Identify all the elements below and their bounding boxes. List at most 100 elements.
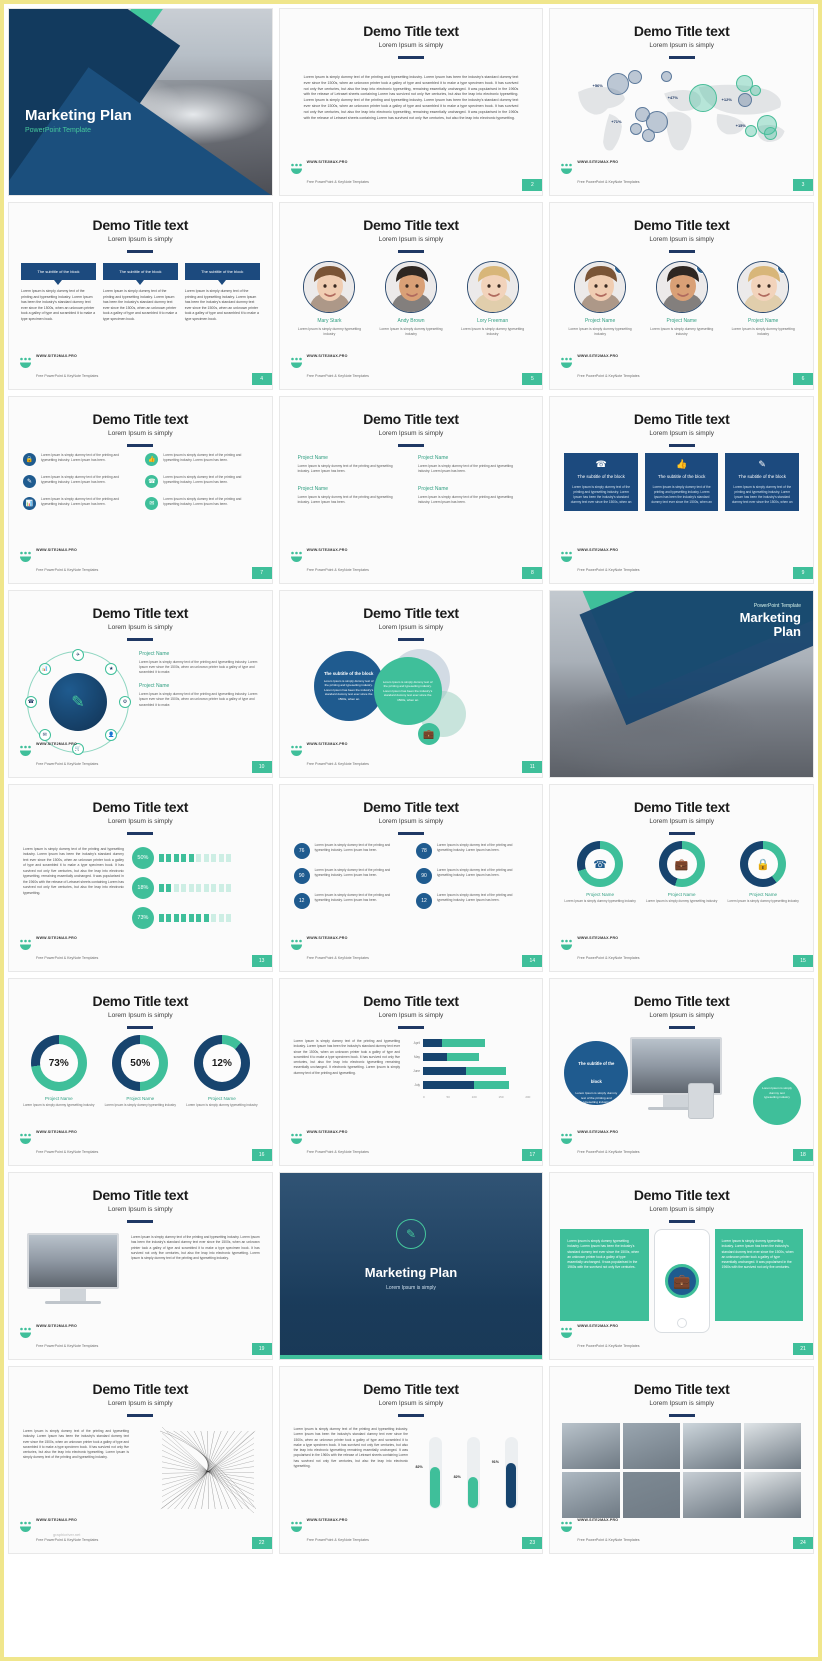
project-desc: Lorem Ipsum is simply dummy text of the … (139, 692, 258, 707)
cover3: ✎ Marketing Plan Lorem Ipsum is simply (279, 1173, 543, 1359)
axis-tick: 50 (446, 1095, 450, 1099)
icon-list: 🔒 Lorem Ipsum is simply dummy text of th… (23, 453, 258, 510)
block-heading: The subtitle of the block (102, 263, 178, 285)
person-icon (203, 854, 209, 862)
title-rule (668, 250, 695, 253)
chart-icon[interactable]: 📊 (38, 662, 51, 675)
footer-line1: WWW.SITE2MAX.PRO (577, 1324, 619, 1328)
slide-thumbnail[interactable]: Demo Title text Lorem Ipsum is simply Lo… (8, 784, 273, 972)
axis-tick: 0 (423, 1095, 425, 1099)
mesh-graphic (159, 1426, 256, 1514)
slide-thumbnail[interactable]: Demo Title text Lorem Ipsum is simply Ma… (278, 202, 544, 390)
footer-line2: Free PowerPoint & KeyNote Templates (36, 374, 99, 378)
footer-line2: Free PowerPoint & KeyNote Templates (577, 180, 640, 184)
slide-thumbnail[interactable]: Demo Title text Lorem Ipsum is simply Lo… (278, 978, 544, 1166)
map-bubble (606, 73, 629, 95)
slide-thumbnail[interactable]: Demo Title text Lorem Ipsum is simply Th… (278, 590, 544, 778)
slide-thumbnail[interactable]: Demo Title text Lorem Ipsum is simply ☎ … (549, 396, 814, 584)
slide-thumbnail[interactable]: Demo Title text Lorem Ipsum is simply WW… (549, 1366, 814, 1554)
slide-thumbnail[interactable]: Demo Title text Lorem Ipsum is simply Lo… (278, 1366, 544, 1554)
card-heading: The subtitle of the block (657, 474, 706, 479)
person-icon (158, 884, 164, 892)
footer-line2: Free PowerPoint & KeyNote Templates (36, 568, 99, 572)
donut-desc: Lorem Ipsum is simply dummy typesetting … (104, 1103, 177, 1107)
slide-thumbnail[interactable]: Demo Title text Lorem Ipsum is simply Pr… (278, 396, 544, 584)
user-icon[interactable]: 👤 (105, 729, 118, 742)
site2max-logo-icon (560, 1327, 573, 1339)
slide-thumbnail[interactable]: Demo Title text Lorem Ipsum is simply ☎ … (549, 784, 814, 972)
bar-segment-1 (423, 1081, 474, 1089)
screenshot-frame: Marketing Plan PowerPoint Template Demo … (0, 0, 822, 1661)
slide-footer: WWW.SITE2MAX.PRO Free PowerPoint & KeyNo… (290, 343, 369, 383)
site2max-logo-icon (560, 939, 573, 951)
bar-track (423, 1081, 530, 1089)
person-icon (173, 914, 179, 922)
item-text: Lorem Ipsum is simply dummy text of the … (314, 893, 391, 902)
slide-thumbnail[interactable]: Demo Title text Lorem Ipsum is simply 🔒 … (549, 202, 814, 390)
footer-text: WWW.SITE2MAX.PRO Free PowerPoint & KeyNo… (577, 343, 639, 383)
bar-segment-2 (473, 1081, 509, 1089)
footer-line2: Free PowerPoint & KeyNote Templates (577, 1150, 640, 1154)
slide-number-badge: 18 (792, 1149, 813, 1161)
avatar (385, 261, 437, 313)
title-rule (668, 1220, 695, 1223)
footer-text: WWW.SITE2MAX.PRO Free PowerPoint & KeyNo… (307, 731, 369, 771)
gear-icon[interactable]: ⚙ (119, 696, 131, 708)
slide-thumbnail[interactable]: Demo Title text Lorem Ipsum is simply Lo… (549, 1172, 814, 1360)
item-text: Lorem Ipsum is simply dummy text of the … (436, 893, 513, 902)
member-name: Project Name (748, 318, 779, 324)
slide-thumbnail[interactable]: Marketing Plan PowerPoint Template (8, 8, 273, 196)
slide-thumbnail[interactable]: Demo Title text Lorem Ipsum is simply Th… (8, 202, 273, 390)
footer-line1: WWW.SITE2MAX.PRO (577, 1130, 619, 1134)
icon-list-item: ✉ Lorem Ipsum is simply dummy text of th… (145, 497, 257, 510)
phone-icon[interactable]: ☎ (25, 696, 37, 708)
home-button[interactable] (676, 1318, 687, 1328)
slide-number-badge: 13 (251, 955, 272, 967)
person-icon (181, 854, 187, 862)
footer-text: WWW.SITE2MAX.PRO Free PowerPoint & KeyNo… (36, 1313, 98, 1353)
site2max-logo-icon (290, 357, 303, 369)
team-member: 🔒 Project Name Lorem Ipsum is simply dum… (562, 261, 638, 337)
page-subtitle: Lorem Ipsum is simply (378, 624, 444, 631)
numbered-item: 12 Lorem Ipsum is simply dummy text of t… (293, 893, 406, 909)
slide-thumbnail[interactable]: Demo Title text Lorem Ipsum is simply ✎ … (8, 590, 273, 778)
donut-chart: 50% (112, 1035, 169, 1091)
bar-segment-2 (447, 1053, 480, 1061)
slide-thumbnail[interactable]: Demo Title text Lorem Ipsum is simply Lo… (278, 8, 544, 196)
slide-thumbnail[interactable]: ✎ Marketing Plan Lorem Ipsum is simply (278, 1172, 544, 1360)
slide-thumbnail[interactable]: Demo Title text Lorem Ipsum is simply 76… (278, 784, 544, 972)
title-rule (397, 56, 424, 59)
page-subtitle: Lorem Ipsum is simply (649, 818, 714, 825)
cover-title: Marketing Plan (25, 107, 132, 124)
slide-thumbnail[interactable]: Demo Title text Lorem Ipsum is simply Lo… (8, 1366, 273, 1554)
body-paragraph: Lorem Ipsum is simply dummy text of the … (303, 75, 519, 120)
phone-icon: ☎ (585, 849, 616, 879)
slide-thumbnail[interactable]: PowerPoint Template Marketing Plan (549, 590, 814, 778)
slide-thumbnail[interactable]: Demo Title text Lorem Ipsum is simply 🔒 … (8, 396, 273, 584)
donut-name: Project Name (126, 1096, 155, 1101)
slide-thumbnail[interactable]: Demo Title text Lorem Ipsum is simply +5… (549, 8, 814, 196)
title-rule (127, 1414, 154, 1417)
slide-thumbnail[interactable]: Demo Title text Lorem Ipsum is simply 73… (8, 978, 273, 1166)
body-paragraph: Lorem Ipsum is simply dummy text of the … (23, 1429, 129, 1460)
slide-number-badge: 5 (522, 373, 543, 385)
pin-icon[interactable]: ✈ (72, 649, 84, 661)
footer-line1: WWW.SITE2MAX.PRO (306, 1518, 348, 1522)
page-title: Demo Title text (92, 217, 189, 233)
image-gallery (562, 1423, 801, 1518)
site2max-logo-icon (560, 163, 573, 175)
project-desc: Lorem Ipsum is simply dummy text of the … (297, 495, 393, 505)
slide-thumbnail[interactable]: Demo Title text Lorem Ipsum is simply Lo… (8, 1172, 273, 1360)
star-icon[interactable]: ★ (105, 662, 118, 675)
person-icon (218, 884, 224, 892)
slide-number-badge: 7 (251, 567, 272, 579)
icon-list-item: ☎ Lorem Ipsum is simply dummy text of th… (145, 475, 257, 488)
team-group: Mary Stark Lorem Ipsum is simply dummy t… (292, 261, 531, 337)
thermometer-value: 91% (491, 1460, 499, 1465)
hub-text: Project Name Lorem Ipsum is simply dummy… (139, 651, 260, 716)
page-title: Demo Title text (92, 411, 189, 427)
slide-footer: WWW.SITE2MAX.PRO Free PowerPoint & KeyNo… (19, 537, 98, 577)
slide-thumbnail[interactable]: Demo Title text Lorem Ipsum is simply Th… (549, 978, 814, 1166)
chart-icon: 📊 (23, 497, 36, 510)
donut-item: 💼 Project Name Lorem Ipsum is simply dum… (644, 841, 720, 904)
